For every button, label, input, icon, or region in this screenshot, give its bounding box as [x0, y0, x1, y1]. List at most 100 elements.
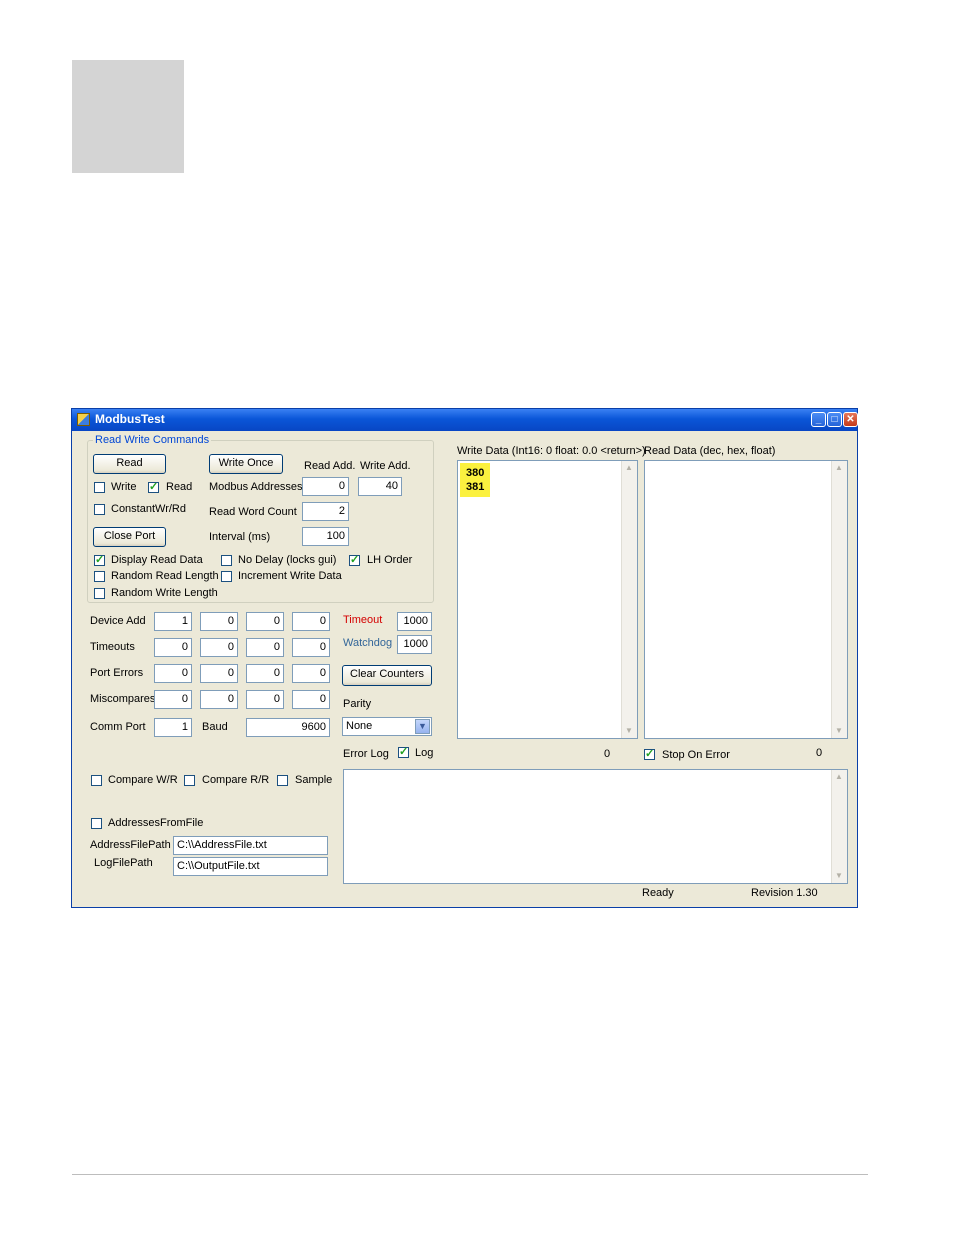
write-checkbox[interactable]: [94, 482, 105, 493]
close-port-button[interactable]: Close Port: [93, 527, 166, 547]
miscompares-count-1[interactable]: 0: [154, 690, 192, 709]
write-address-input[interactable]: 40: [358, 477, 402, 496]
write-once-button[interactable]: Write Once: [209, 454, 283, 474]
increment-write-data-checkbox[interactable]: [221, 571, 232, 582]
scroll-down-icon[interactable]: ▼: [832, 724, 846, 738]
read-data-scrollbar[interactable]: ▲ ▼: [831, 461, 847, 738]
random-read-length-label: Random Read Length: [111, 570, 219, 582]
device-add-input-4[interactable]: 0: [292, 612, 330, 631]
scroll-down-icon[interactable]: ▼: [832, 869, 846, 883]
miscompares-count-3[interactable]: 0: [246, 690, 284, 709]
compare-wr-label: Compare W/R: [108, 774, 178, 786]
increment-write-data-label: Increment Write Data: [238, 570, 342, 582]
device-add-input-2[interactable]: 0: [200, 612, 238, 631]
baud-label: Baud: [202, 721, 228, 733]
error-log-label: Error Log: [343, 748, 389, 760]
write-data-textbox[interactable]: 380 381 ▲ ▼: [457, 460, 638, 739]
close-window-button[interactable]: ✕: [843, 412, 858, 427]
read-word-count-input[interactable]: 2: [302, 502, 349, 521]
port-errors-count-2[interactable]: 0: [200, 664, 238, 683]
app-icon: [77, 413, 90, 426]
watchdog-label: Watchdog: [343, 637, 393, 649]
scroll-down-icon[interactable]: ▼: [622, 724, 636, 738]
clear-counters-button[interactable]: Clear Counters: [342, 665, 432, 686]
check-icon: ✓: [645, 748, 655, 760]
display-read-data-label: Display Read Data: [111, 554, 203, 566]
chevron-down-icon[interactable]: ▼: [415, 719, 430, 734]
miscompares-count-2[interactable]: 0: [200, 690, 238, 709]
compare-rr-label: Compare R/R: [202, 774, 270, 786]
read-data-label: Read Data (dec, hex, float): [644, 445, 776, 457]
status-text: Ready: [642, 887, 674, 899]
constant-wr-rd-checkbox[interactable]: [94, 504, 105, 515]
parity-selected-value: None: [346, 720, 373, 732]
compare-rr-checkbox[interactable]: [184, 775, 195, 786]
log-file-path-label: LogFilePath: [94, 857, 153, 869]
error-log-scrollbar[interactable]: ▲ ▼: [831, 770, 847, 883]
group-title: Read Write Commands: [93, 434, 212, 446]
timeouts-count-3[interactable]: 0: [246, 638, 284, 657]
write-checkbox-label: Write: [111, 481, 137, 493]
write-data-lines: 380 381: [460, 463, 491, 497]
check-icon: ✓: [350, 554, 360, 566]
stop-on-error-count: 0: [816, 747, 823, 759]
stop-on-error-checkbox[interactable]: ✓: [644, 749, 655, 760]
timeout-input[interactable]: 1000: [397, 612, 432, 631]
comm-port-input[interactable]: 1: [154, 718, 192, 737]
scroll-up-icon[interactable]: ▲: [832, 770, 846, 784]
error-log-textbox[interactable]: ▲ ▼: [343, 769, 848, 884]
minimize-button[interactable]: _: [811, 412, 826, 427]
read-address-input[interactable]: 0: [302, 477, 349, 496]
port-errors-count-1[interactable]: 0: [154, 664, 192, 683]
window-title: ModbusTest: [95, 412, 165, 426]
title-bar[interactable]: ModbusTest _ □ ✕: [72, 409, 858, 431]
constant-wr-rd-label: ConstantWr/Rd: [111, 503, 186, 515]
addresses-from-file-checkbox[interactable]: [91, 818, 102, 829]
write-data-line: 381: [466, 481, 485, 493]
write-data-line: 380: [466, 467, 485, 479]
sample-checkbox[interactable]: [277, 775, 288, 786]
log-checkbox-label: Log: [415, 747, 434, 759]
comm-port-label: Comm Port: [90, 721, 146, 733]
random-write-length-label: Random Write Length: [111, 587, 218, 599]
scroll-up-icon[interactable]: ▲: [832, 461, 846, 475]
modbustest-window: ModbusTest _ □ ✕ Read Write Commands Rea…: [71, 408, 858, 908]
device-add-input-3[interactable]: 0: [246, 612, 284, 631]
baud-input[interactable]: 9600: [246, 718, 330, 737]
check-icon: ✓: [95, 554, 105, 566]
timeouts-count-2[interactable]: 0: [200, 638, 238, 657]
error-count: 0: [604, 748, 611, 760]
decorative-gray-block: [72, 60, 184, 173]
log-checkbox[interactable]: ✓: [398, 747, 409, 758]
modbus-addresses-label: Modbus Addresses: [209, 481, 303, 493]
timeout-label: Timeout: [343, 614, 383, 626]
sample-label: Sample: [295, 774, 333, 786]
address-file-path-input[interactable]: C:\\AddressFile.txt: [173, 836, 328, 855]
miscompares-count-4[interactable]: 0: [292, 690, 330, 709]
timeouts-count-4[interactable]: 0: [292, 638, 330, 657]
port-errors-count-4[interactable]: 0: [292, 664, 330, 683]
log-file-path-input[interactable]: C:\\OutputFile.txt: [173, 857, 328, 876]
random-read-length-checkbox[interactable]: [94, 571, 105, 582]
read-add-header: Read Add.: [304, 460, 356, 472]
timeouts-count-1[interactable]: 0: [154, 638, 192, 657]
port-errors-count-3[interactable]: 0: [246, 664, 284, 683]
compare-wr-checkbox[interactable]: [91, 775, 102, 786]
random-write-length-checkbox[interactable]: [94, 588, 105, 599]
lh-order-checkbox[interactable]: ✓: [349, 555, 360, 566]
read-checkbox[interactable]: ✓: [148, 482, 159, 493]
read-button[interactable]: Read: [93, 454, 166, 474]
device-add-label: Device Add: [90, 615, 146, 627]
read-data-textbox[interactable]: ▲ ▼: [644, 460, 848, 739]
write-data-scrollbar[interactable]: ▲ ▼: [621, 461, 637, 738]
device-add-input-1[interactable]: 1: [154, 612, 192, 631]
interval-label: Interval (ms): [209, 531, 271, 543]
scroll-up-icon[interactable]: ▲: [622, 461, 636, 475]
interval-input[interactable]: 100: [302, 527, 349, 546]
lh-order-label: LH Order: [367, 554, 413, 566]
no-delay-checkbox[interactable]: [221, 555, 232, 566]
maximize-button[interactable]: □: [827, 412, 842, 427]
addresses-from-file-label: AddressesFromFile: [108, 817, 204, 829]
display-read-data-checkbox[interactable]: ✓: [94, 555, 105, 566]
watchdog-input[interactable]: 1000: [397, 635, 432, 654]
